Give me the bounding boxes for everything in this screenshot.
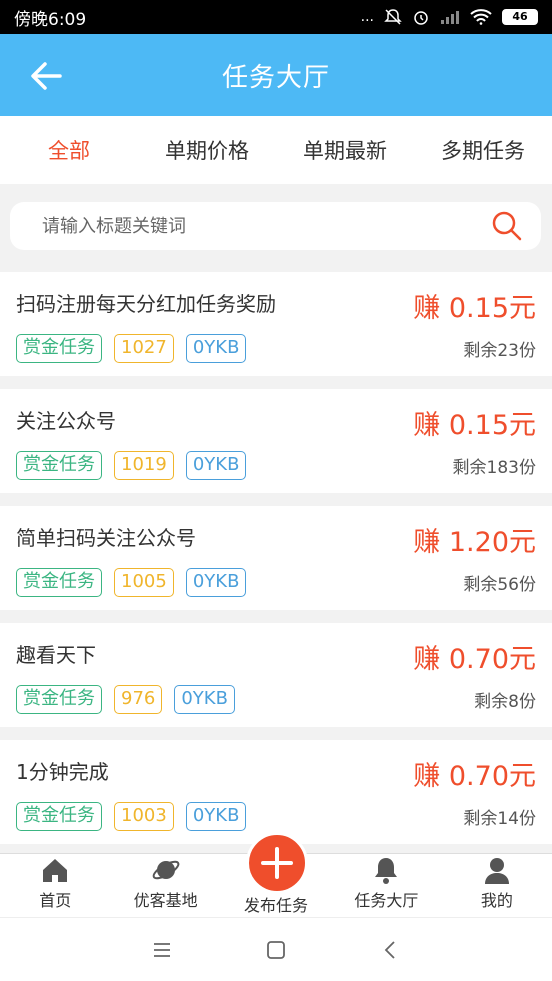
task-type-tag: 赏金任务 (16, 802, 102, 831)
task-reward: 赚 1.20元 (413, 527, 536, 558)
task-reward: 赚 0.70元 (413, 761, 536, 792)
nav-mine-label: 我的 (480, 891, 513, 910)
task-tags: 赏金任务 1019 0YKB (16, 451, 247, 480)
task-card[interactable]: 简单扫码关注公众号 赚 1.20元 赏金任务 1005 0YKB 剩余56份 (0, 506, 552, 610)
task-type-tag: 赏金任务 (16, 568, 102, 597)
battery-icon: 46 (502, 9, 538, 25)
task-id-tag: 1005 (114, 568, 174, 597)
wifi-icon (470, 9, 492, 25)
task-title: 简单扫码关注公众号 (16, 526, 196, 550)
home-icon (43, 859, 68, 882)
task-ykb-tag: 0YKB (185, 334, 247, 363)
task-id-tag: 1003 (114, 802, 174, 831)
task-type-tag: 赏金任务 (16, 334, 102, 363)
page-title: 任务大厅 (221, 62, 330, 93)
task-title: 1分钟完成 (16, 760, 109, 784)
plus-icon (261, 847, 293, 879)
task-tags: 赏金任务 1005 0YKB (16, 568, 247, 597)
task-remaining: 剩余8份 (474, 692, 536, 712)
task-remaining: 剩余23份 (463, 341, 536, 361)
task-id-tag: 1019 (114, 451, 174, 480)
task-reward: 赚 0.15元 (413, 293, 536, 324)
search-input[interactable] (42, 215, 489, 237)
task-card[interactable]: 扫码注册每天分红加任务奖励 赚 0.15元 赏金任务 1027 0YKB 剩余2… (0, 272, 552, 376)
home-square-icon[interactable] (262, 936, 290, 964)
back-chevron-icon[interactable] (376, 936, 404, 964)
task-tags: 赏金任务 1027 0YKB (16, 334, 247, 363)
tab-multi-period[interactable]: 多期任务 (414, 135, 552, 165)
task-tags: 赏金任务 1003 0YKB (16, 802, 247, 831)
task-remaining: 剩余14份 (463, 809, 536, 829)
nav-base[interactable]: 优客基地 (110, 854, 220, 917)
publish-task-label: 发布任务 (243, 896, 308, 915)
status-bar: 傍晚6:09 ... 46 (0, 0, 552, 34)
task-ykb-tag: 0YKB (174, 685, 235, 714)
search-box (10, 202, 541, 250)
task-card[interactable]: 趣看天下 赚 0.70元 赏金任务 976 0YKB 剩余8份 (0, 623, 552, 727)
task-id-tag: 1027 (114, 334, 174, 363)
nav-home[interactable]: 首页 (0, 854, 110, 917)
nav-mine[interactable]: 我的 (442, 854, 552, 917)
search-icon[interactable] (489, 208, 525, 244)
nav-base-label: 优客基地 (133, 891, 198, 910)
task-list: 扫码注册每天分红加任务奖励 赚 0.15元 赏金任务 1027 0YKB 剩余2… (0, 272, 552, 857)
tab-single-price[interactable]: 单期价格 (138, 135, 276, 165)
tab-single-latest[interactable]: 单期最新 (276, 135, 414, 165)
cell-signal-icon (441, 11, 459, 24)
task-card[interactable]: 关注公众号 赚 0.15元 赏金任务 1019 0YKB 剩余183份 (0, 389, 552, 493)
planet-icon (152, 860, 179, 880)
task-id-tag: 976 (114, 685, 163, 714)
task-title: 趣看天下 (16, 643, 96, 667)
filter-tabs: 全部 单期价格 单期最新 多期任务 (0, 116, 552, 184)
task-reward: 赚 0.15元 (413, 410, 536, 441)
task-title: 关注公众号 (16, 409, 116, 433)
publish-task-button[interactable] (246, 832, 308, 894)
task-ykb-tag: 0YKB (185, 568, 247, 597)
system-nav-bar (0, 917, 552, 981)
task-remaining: 剩余183份 (452, 458, 536, 478)
task-ykb-tag: 0YKB (185, 451, 247, 480)
task-title: 扫码注册每天分红加任务奖励 (16, 292, 276, 316)
back-arrow-icon[interactable] (26, 56, 66, 96)
app-header: 任务大厅 (0, 34, 552, 116)
nav-home-label: 首页 (39, 891, 72, 910)
bell-icon (375, 858, 398, 884)
tab-all[interactable]: 全部 (0, 135, 138, 165)
task-remaining: 剩余56份 (463, 575, 536, 595)
nav-hall-label: 任务大厅 (354, 891, 419, 910)
person-icon (484, 858, 509, 884)
signal-dots: ... (360, 9, 374, 25)
mute-icon (384, 9, 402, 25)
status-time: 傍晚6:09 (14, 9, 87, 30)
status-icons: ... 46 (361, 8, 538, 26)
task-type-tag: 赏金任务 (16, 685, 102, 714)
search-area (0, 184, 552, 272)
task-ykb-tag: 0YKB (185, 802, 247, 831)
task-type-tag: 赏金任务 (16, 451, 102, 480)
alarm-icon (414, 11, 428, 25)
menu-icon[interactable] (148, 936, 176, 964)
task-card[interactable]: 1分钟完成 赚 0.70元 赏金任务 1003 0YKB 剩余14份 (0, 740, 552, 844)
task-reward: 赚 0.70元 (413, 644, 536, 675)
task-tags: 赏金任务 976 0YKB (16, 685, 235, 714)
nav-hall[interactable]: 任务大厅 (331, 854, 441, 917)
